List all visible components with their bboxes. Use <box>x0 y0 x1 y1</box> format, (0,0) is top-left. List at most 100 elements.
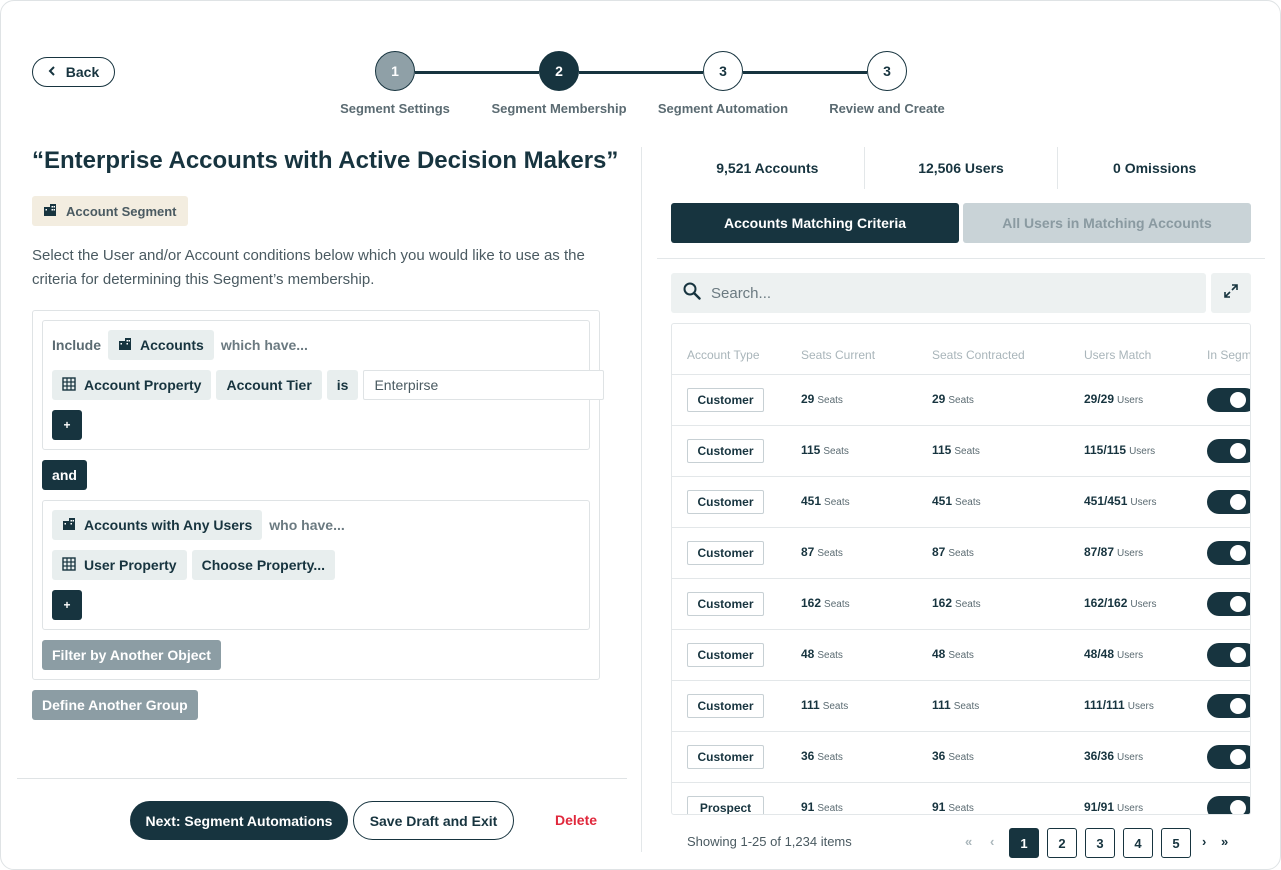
first-page-button[interactable]: « <box>965 834 972 849</box>
in-segment-toggle[interactable] <box>1207 388 1250 412</box>
users-match-value: 87/87 <box>1084 545 1115 559</box>
step-number: 3 <box>703 51 743 91</box>
table-row[interactable]: Customer 162 Seats 162 Seats 162/162 Users <box>672 578 1250 629</box>
page-button[interactable]: 2 <box>1047 828 1077 858</box>
seats-contracted-cell: 48 Seats <box>932 647 974 661</box>
step-segment-membership[interactable]: 2 Segment Membership <box>479 51 639 116</box>
object-selector-users[interactable]: Accounts with Any Users <box>52 510 263 540</box>
step-review-and-create[interactable]: 3 Review and Create <box>807 51 967 116</box>
in-segment-toggle[interactable] <box>1207 796 1250 814</box>
account-type-badge: Customer <box>687 439 764 463</box>
step-segment-automation[interactable]: 3 Segment Automation <box>643 51 803 116</box>
users-match-cell: 91/91 Users <box>1084 800 1143 814</box>
table-row[interactable]: Customer 87 Seats 87 Seats 87/87 Users <box>672 527 1250 578</box>
account-type-badge: Customer <box>687 643 764 667</box>
seats-unit: Seats <box>824 497 850 508</box>
column-header[interactable]: Seats Current <box>801 348 875 362</box>
property-selector[interactable]: Account Tier <box>216 370 322 400</box>
in-segment-toggle[interactable] <box>1207 439 1250 463</box>
accounts-table: Account Type Seats Current Seats Contrac… <box>671 323 1251 815</box>
accounts-count: 9,521 Accounts <box>671 147 865 189</box>
column-header[interactable]: Seats Contracted <box>932 348 1025 362</box>
table-row[interactable]: Prospect 91 Seats 91 Seats 91/91 Users <box>672 782 1250 814</box>
account-type-badge: Customer <box>687 490 764 514</box>
seats-unit: Seats <box>955 497 981 508</box>
seats-unit: Seats <box>817 803 843 814</box>
in-segment-toggle[interactable] <box>1207 694 1250 718</box>
in-segment-toggle[interactable] <box>1207 643 1250 667</box>
seats-current-value: 115 <box>801 443 821 457</box>
prev-page-button[interactable]: ‹ <box>990 834 994 849</box>
page-button[interactable]: 3 <box>1085 828 1115 858</box>
toggle-knob <box>1230 545 1246 561</box>
table-row[interactable]: Customer 111 Seats 111 Seats 111/111 Users <box>672 680 1250 731</box>
in-segment-toggle[interactable] <box>1207 745 1250 769</box>
column-header[interactable]: In Segment <box>1207 348 1250 362</box>
account-type-badge: Customer <box>687 592 764 616</box>
and-operator-button[interactable]: and <box>42 460 87 490</box>
table-row[interactable]: Customer 451 Seats 451 Seats 451/451 Users <box>672 476 1250 527</box>
building-icon <box>43 203 57 220</box>
users-unit: Users <box>1117 395 1144 406</box>
add-condition-button[interactable]: + <box>52 590 82 620</box>
in-segment-toggle[interactable] <box>1207 490 1250 514</box>
seats-contracted-value: 48 <box>932 647 946 661</box>
column-header[interactable]: Users Match <box>1084 348 1151 362</box>
table-row[interactable]: Customer 48 Seats 48 Seats 48/48 Users <box>672 629 1250 680</box>
seats-unit: Seats <box>824 599 850 610</box>
next-page-button[interactable]: › <box>1202 834 1206 849</box>
table-header: Account Type Seats Current Seats Contrac… <box>672 324 1250 374</box>
page-button[interactable]: 5 <box>1161 828 1191 858</box>
which-have-label: which have... <box>220 337 308 353</box>
object-label: Accounts <box>140 337 204 353</box>
define-another-group-button[interactable]: Define Another Group <box>32 690 198 720</box>
object-selector-accounts[interactable]: Accounts <box>108 330 214 360</box>
tab-accounts-matching[interactable]: Accounts Matching Criteria <box>671 203 959 243</box>
in-segment-toggle[interactable] <box>1207 592 1250 616</box>
delete-button[interactable]: Delete <box>555 812 597 828</box>
step-label: Segment Settings <box>340 101 450 116</box>
save-draft-button[interactable]: Save Draft and Exit <box>353 801 514 840</box>
users-match-cell: 36/36 Users <box>1084 749 1143 763</box>
toggle-knob <box>1230 392 1246 408</box>
seats-unit: Seats <box>817 395 843 406</box>
seats-current-value: 91 <box>801 800 815 814</box>
add-condition-button[interactable]: + <box>52 410 82 440</box>
page-button[interactable]: 4 <box>1123 828 1153 858</box>
property-type-selector[interactable]: User Property <box>52 550 187 580</box>
tab-all-users[interactable]: All Users in Matching Accounts <box>963 203 1251 243</box>
footer-divider <box>17 778 627 779</box>
seats-contracted-value: 115 <box>932 443 952 457</box>
seats-current-cell: 87 Seats <box>801 545 843 559</box>
toggle-knob <box>1230 749 1246 765</box>
filter-another-object-button[interactable]: Filter by Another Object <box>42 640 221 670</box>
in-segment-toggle[interactable] <box>1207 541 1250 565</box>
users-match-value: 48/48 <box>1084 647 1115 661</box>
search-icon <box>683 282 701 305</box>
step-segment-settings[interactable]: 1 Segment Settings <box>315 51 475 116</box>
property-selector[interactable]: Choose Property... <box>191 550 336 580</box>
segment-title: “Enterprise Accounts with Active Decisio… <box>32 147 619 174</box>
users-unit: Users <box>1130 497 1157 508</box>
table-row[interactable]: Customer 36 Seats 36 Seats 36/36 Users <box>672 731 1250 782</box>
who-have-label: who have... <box>269 517 345 533</box>
seats-current-value: 451 <box>801 494 822 508</box>
condition-value-input[interactable]: Enterpirse <box>363 370 605 400</box>
step-number: 2 <box>539 51 579 91</box>
page-button[interactable]: 1 <box>1009 828 1039 858</box>
segment-type-label: Account Segment <box>66 203 177 219</box>
column-header[interactable]: Account Type <box>687 348 760 362</box>
users-unit: Users <box>1129 446 1156 457</box>
table-row[interactable]: Customer 29 Seats 29 Seats 29/29 Users <box>672 374 1250 425</box>
search-input[interactable]: Search... <box>671 273 1206 313</box>
expand-button[interactable] <box>1211 273 1251 313</box>
account-type-badge: Customer <box>687 541 764 565</box>
table-row[interactable]: Customer 115 Seats 115 Seats 115/115 Users <box>672 425 1250 476</box>
pagination-summary: Showing 1-25 of 1,234 items <box>687 834 852 849</box>
app-frame: Back 1 Segment Settings 2 Segment Member… <box>0 0 1281 870</box>
last-page-button[interactable]: » <box>1221 834 1228 849</box>
seats-contracted-value: 451 <box>932 494 953 508</box>
property-type-selector[interactable]: Account Property <box>52 370 212 400</box>
next-step-button[interactable]: Next: Segment Automations <box>130 801 348 840</box>
operator-selector[interactable]: is <box>326 370 359 400</box>
